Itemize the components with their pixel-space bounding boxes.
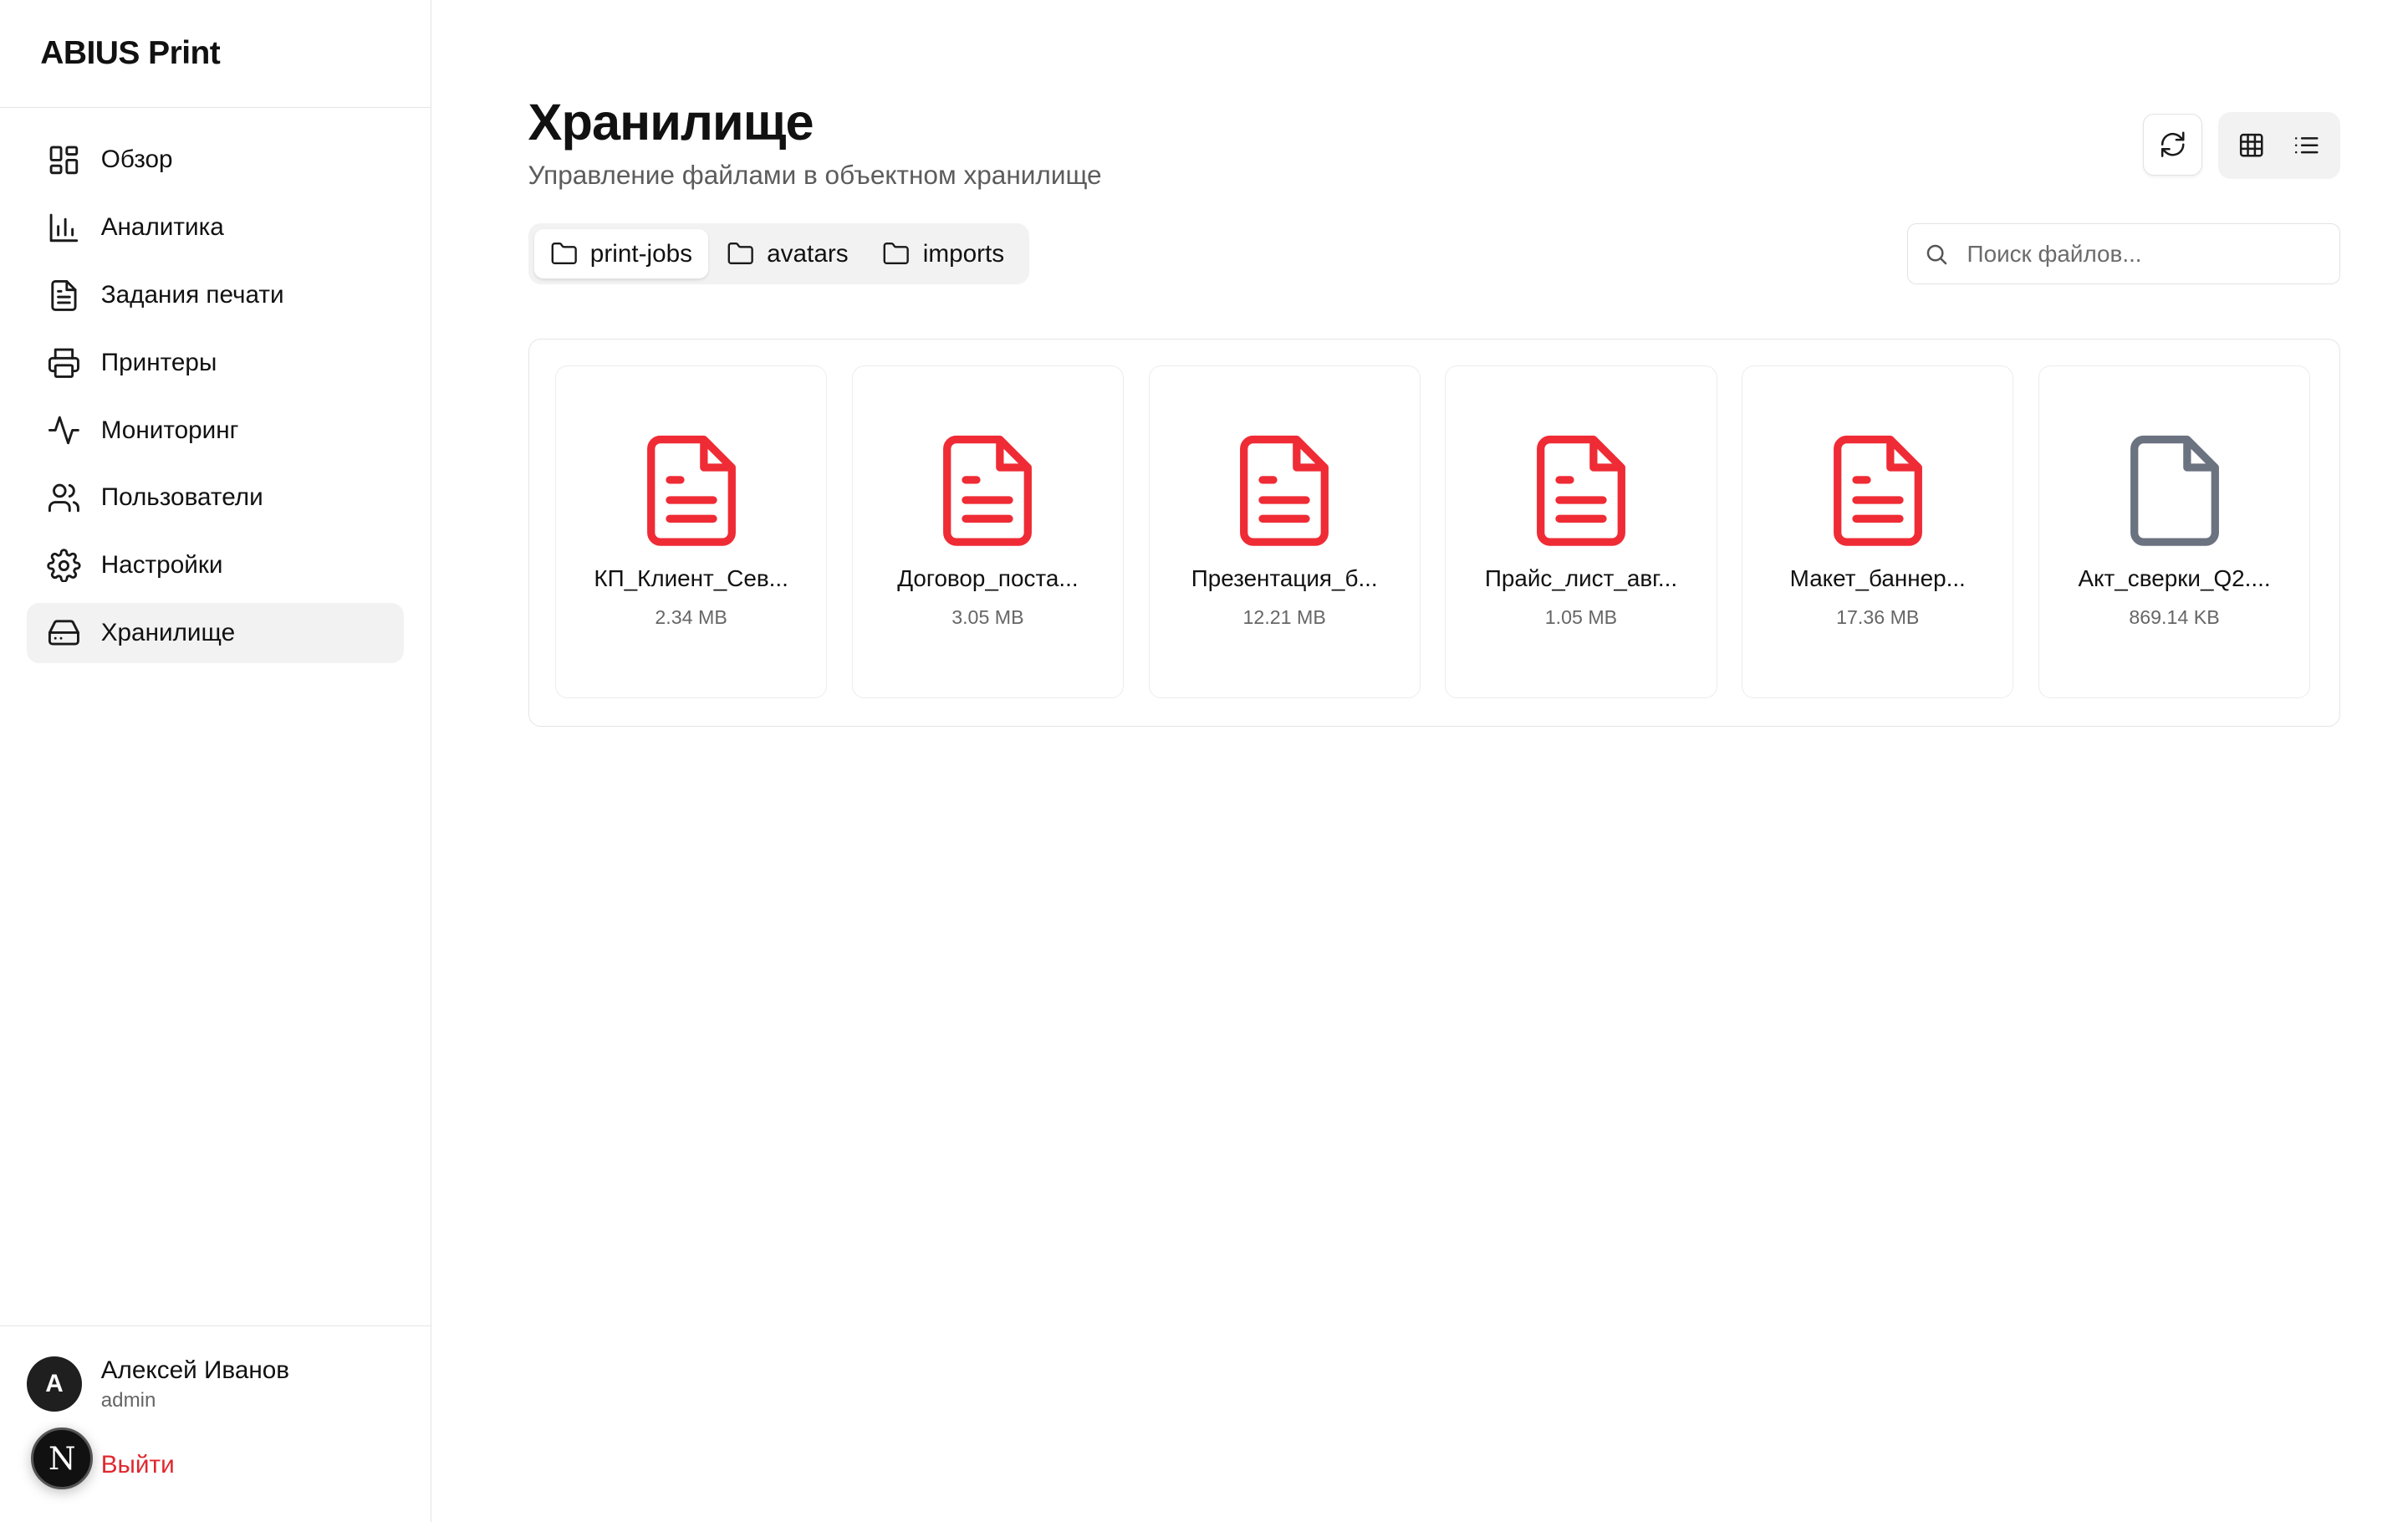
tab-label: avatars xyxy=(767,239,849,268)
logout-button[interactable]: Выйти xyxy=(101,1451,175,1479)
pdf-file-icon xyxy=(1240,436,1329,547)
sidebar-item-label: Обзор xyxy=(100,146,173,174)
sidebar-item-label: Пользователи xyxy=(100,483,263,512)
refresh-button[interactable] xyxy=(2143,113,2202,176)
sidebar-item-analytics[interactable]: Аналитика xyxy=(27,197,404,258)
file-grid: КП_Клиент_Сев... 2.34 MB Договор_поста..… xyxy=(555,365,2311,698)
sidebar-item-monitoring[interactable]: Мониторинг xyxy=(27,400,404,460)
activity-icon xyxy=(45,411,83,449)
user-name: Алексей Иванов xyxy=(100,1356,290,1384)
grid-view-button[interactable] xyxy=(2227,120,2276,170)
file-icon xyxy=(2130,436,2219,547)
app-logo[interactable]: ABIUS Print xyxy=(0,0,431,109)
file-size: 869.14 KB xyxy=(2129,605,2220,628)
printer-icon xyxy=(45,344,83,381)
settings-icon xyxy=(45,547,83,585)
tab-label: imports xyxy=(922,239,1005,268)
file-card[interactable]: Акт_сверки_Q2.... 869.14 KB xyxy=(2038,365,2311,698)
bar-chart-icon xyxy=(45,209,83,247)
folder-icon xyxy=(551,242,577,265)
bucket-tabs: print-jobs avatars imports xyxy=(528,223,1029,284)
pdf-file-icon xyxy=(646,436,736,547)
file-card[interactable]: Прайс_лист_авг... 1.05 MB xyxy=(1445,365,1717,698)
search-input[interactable] xyxy=(1963,238,2312,269)
sidebar-item-print-jobs[interactable]: Задания печати xyxy=(27,265,404,325)
pdf-file-icon xyxy=(1833,436,1922,547)
page-subtitle: Управление файлами в объектном хранилище xyxy=(528,160,1102,191)
file-card[interactable]: Макет_баннер... 17.36 MB xyxy=(1742,365,2014,698)
tab-print-jobs[interactable]: print-jobs xyxy=(533,228,708,279)
user-role: admin xyxy=(100,1388,156,1412)
refresh-icon xyxy=(2161,131,2185,157)
list-icon xyxy=(2295,137,2319,154)
tab-avatars[interactable]: avatars xyxy=(711,229,864,278)
view-mode-toggle xyxy=(2217,111,2341,179)
file-text-icon xyxy=(45,277,83,314)
avatar[interactable]: A xyxy=(26,1356,83,1412)
folder-icon xyxy=(884,242,910,265)
user-panel: A Алексей Иванов admin N Выйти xyxy=(0,1325,431,1522)
tab-imports[interactable]: imports xyxy=(867,229,1020,278)
sidebar-item-label: Хранилище xyxy=(100,618,236,646)
folder-icon xyxy=(727,242,753,265)
file-card[interactable]: КП_Клиент_Сев... 2.34 MB xyxy=(555,365,828,698)
sidebar-item-label: Настройки xyxy=(100,551,223,580)
search-box xyxy=(1907,223,2341,284)
main-content: Хранилище Управление файлами в объектном… xyxy=(431,0,2407,1522)
sidebar-item-storage[interactable]: Хранилище xyxy=(26,602,404,664)
file-size: 17.36 MB xyxy=(1836,605,1920,628)
file-name: КП_Клиент_Сев... xyxy=(594,565,788,592)
grid-icon xyxy=(2240,133,2263,157)
file-size: 2.34 MB xyxy=(655,605,727,628)
page-title: Хранилище xyxy=(528,94,814,151)
search-icon xyxy=(1926,244,1946,265)
file-name: Договор_поста... xyxy=(897,565,1079,592)
sidebar-item-printers[interactable]: Принтеры xyxy=(27,333,404,393)
dev-tools-badge[interactable]: N xyxy=(31,1428,94,1490)
users-icon xyxy=(45,479,83,517)
file-name: Макет_баннер... xyxy=(1789,565,1966,592)
pdf-file-icon xyxy=(943,436,1033,547)
sidebar-item-label: Аналитика xyxy=(100,213,224,242)
sidebar-nav: Обзор Аналитика Задания печати Принтеры xyxy=(0,108,431,664)
sidebar-item-label: Задания печати xyxy=(100,280,284,309)
file-card[interactable]: Презентация_б... 12.21 MB xyxy=(1148,365,1421,698)
file-size: 1.05 MB xyxy=(1544,605,1618,628)
sidebar-item-users[interactable]: Пользователи xyxy=(27,467,404,528)
layout-dashboard-icon xyxy=(45,141,83,179)
tab-label: print-jobs xyxy=(589,239,693,268)
sidebar-item-overview[interactable]: Обзор xyxy=(27,130,404,190)
sidebar-item-settings[interactable]: Настройки xyxy=(27,535,404,595)
file-size: 12.21 MB xyxy=(1242,605,1326,628)
sidebar-item-label: Мониторинг xyxy=(100,416,239,444)
sidebar: ABIUS Print Обзор Аналитика Задания печа… xyxy=(0,0,431,1522)
files-panel: КП_Клиент_Сев... 2.34 MB Договор_поста..… xyxy=(528,338,2341,728)
file-name: Презентация_б... xyxy=(1191,565,1378,592)
pdf-file-icon xyxy=(1537,436,1625,547)
list-view-button[interactable] xyxy=(2282,120,2331,170)
file-name: Прайс_лист_авг... xyxy=(1484,565,1678,592)
hard-drive-icon xyxy=(45,615,83,652)
file-size: 3.05 MB xyxy=(951,605,1024,628)
file-card[interactable]: Договор_поста... 3.05 MB xyxy=(851,365,1124,698)
file-name: Акт_сверки_Q2.... xyxy=(2078,565,2271,592)
sidebar-item-label: Принтеры xyxy=(100,348,217,376)
